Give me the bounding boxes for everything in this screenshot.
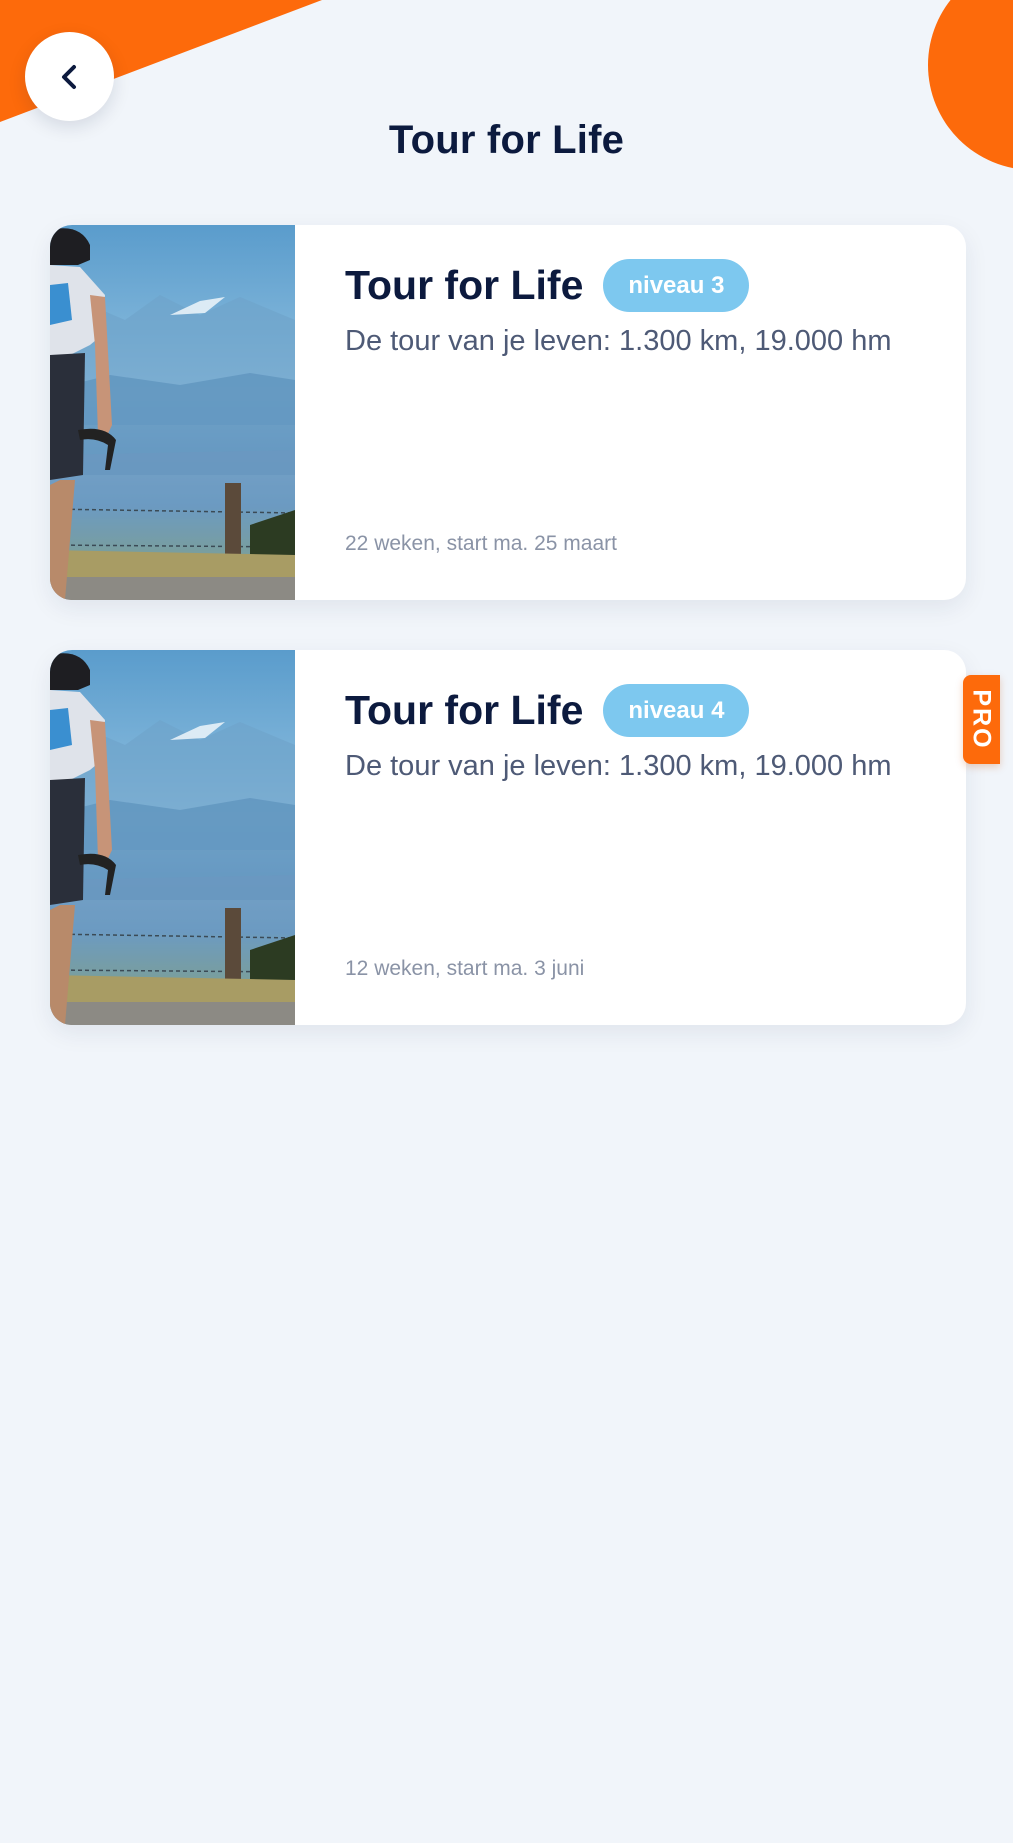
- cyclist-photo: [50, 225, 295, 600]
- chevron-left-icon: [61, 64, 76, 89]
- plan-duration-start: 12 weken, start ma. 3 juni: [345, 957, 585, 980]
- plan-description: De tour van je leven: 1.300 km, 19.000 h…: [345, 325, 892, 357]
- plan-card-body: Tour for Life niveau 3 De tour van je le…: [345, 225, 945, 600]
- plan-description: De tour van je leven: 1.300 km, 19.000 h…: [345, 750, 892, 782]
- plan-card-heading: Tour for Life niveau 3: [345, 259, 750, 312]
- plan-card-heading: Tour for Life niveau 4: [345, 684, 750, 737]
- plan-duration-start: 22 weken, start ma. 25 maart: [345, 532, 617, 555]
- level-badge: niveau 3: [603, 259, 750, 312]
- pro-badge: PRO: [963, 675, 1000, 764]
- plan-title: Tour for Life: [345, 687, 584, 733]
- level-badge: niveau 4: [603, 684, 750, 737]
- pro-label: PRO: [968, 689, 996, 750]
- plan-card-body: Tour for Life niveau 4 De tour van je le…: [345, 650, 945, 1025]
- cyclist-photo: [50, 650, 295, 1025]
- screen: Tour for Life Tour for Life niveau 3 De …: [0, 0, 1013, 1843]
- plan-card[interactable]: Tour for Life niveau 3 De tour van je le…: [50, 225, 966, 600]
- plan-card[interactable]: Tour for Life niveau 4 De tour van je le…: [50, 650, 966, 1025]
- back-button[interactable]: [25, 32, 114, 121]
- plan-title: Tour for Life: [345, 262, 584, 308]
- page-title: Tour for Life: [388, 118, 625, 162]
- plan-list: Tour for Life niveau 3 De tour van je le…: [50, 225, 966, 1075]
